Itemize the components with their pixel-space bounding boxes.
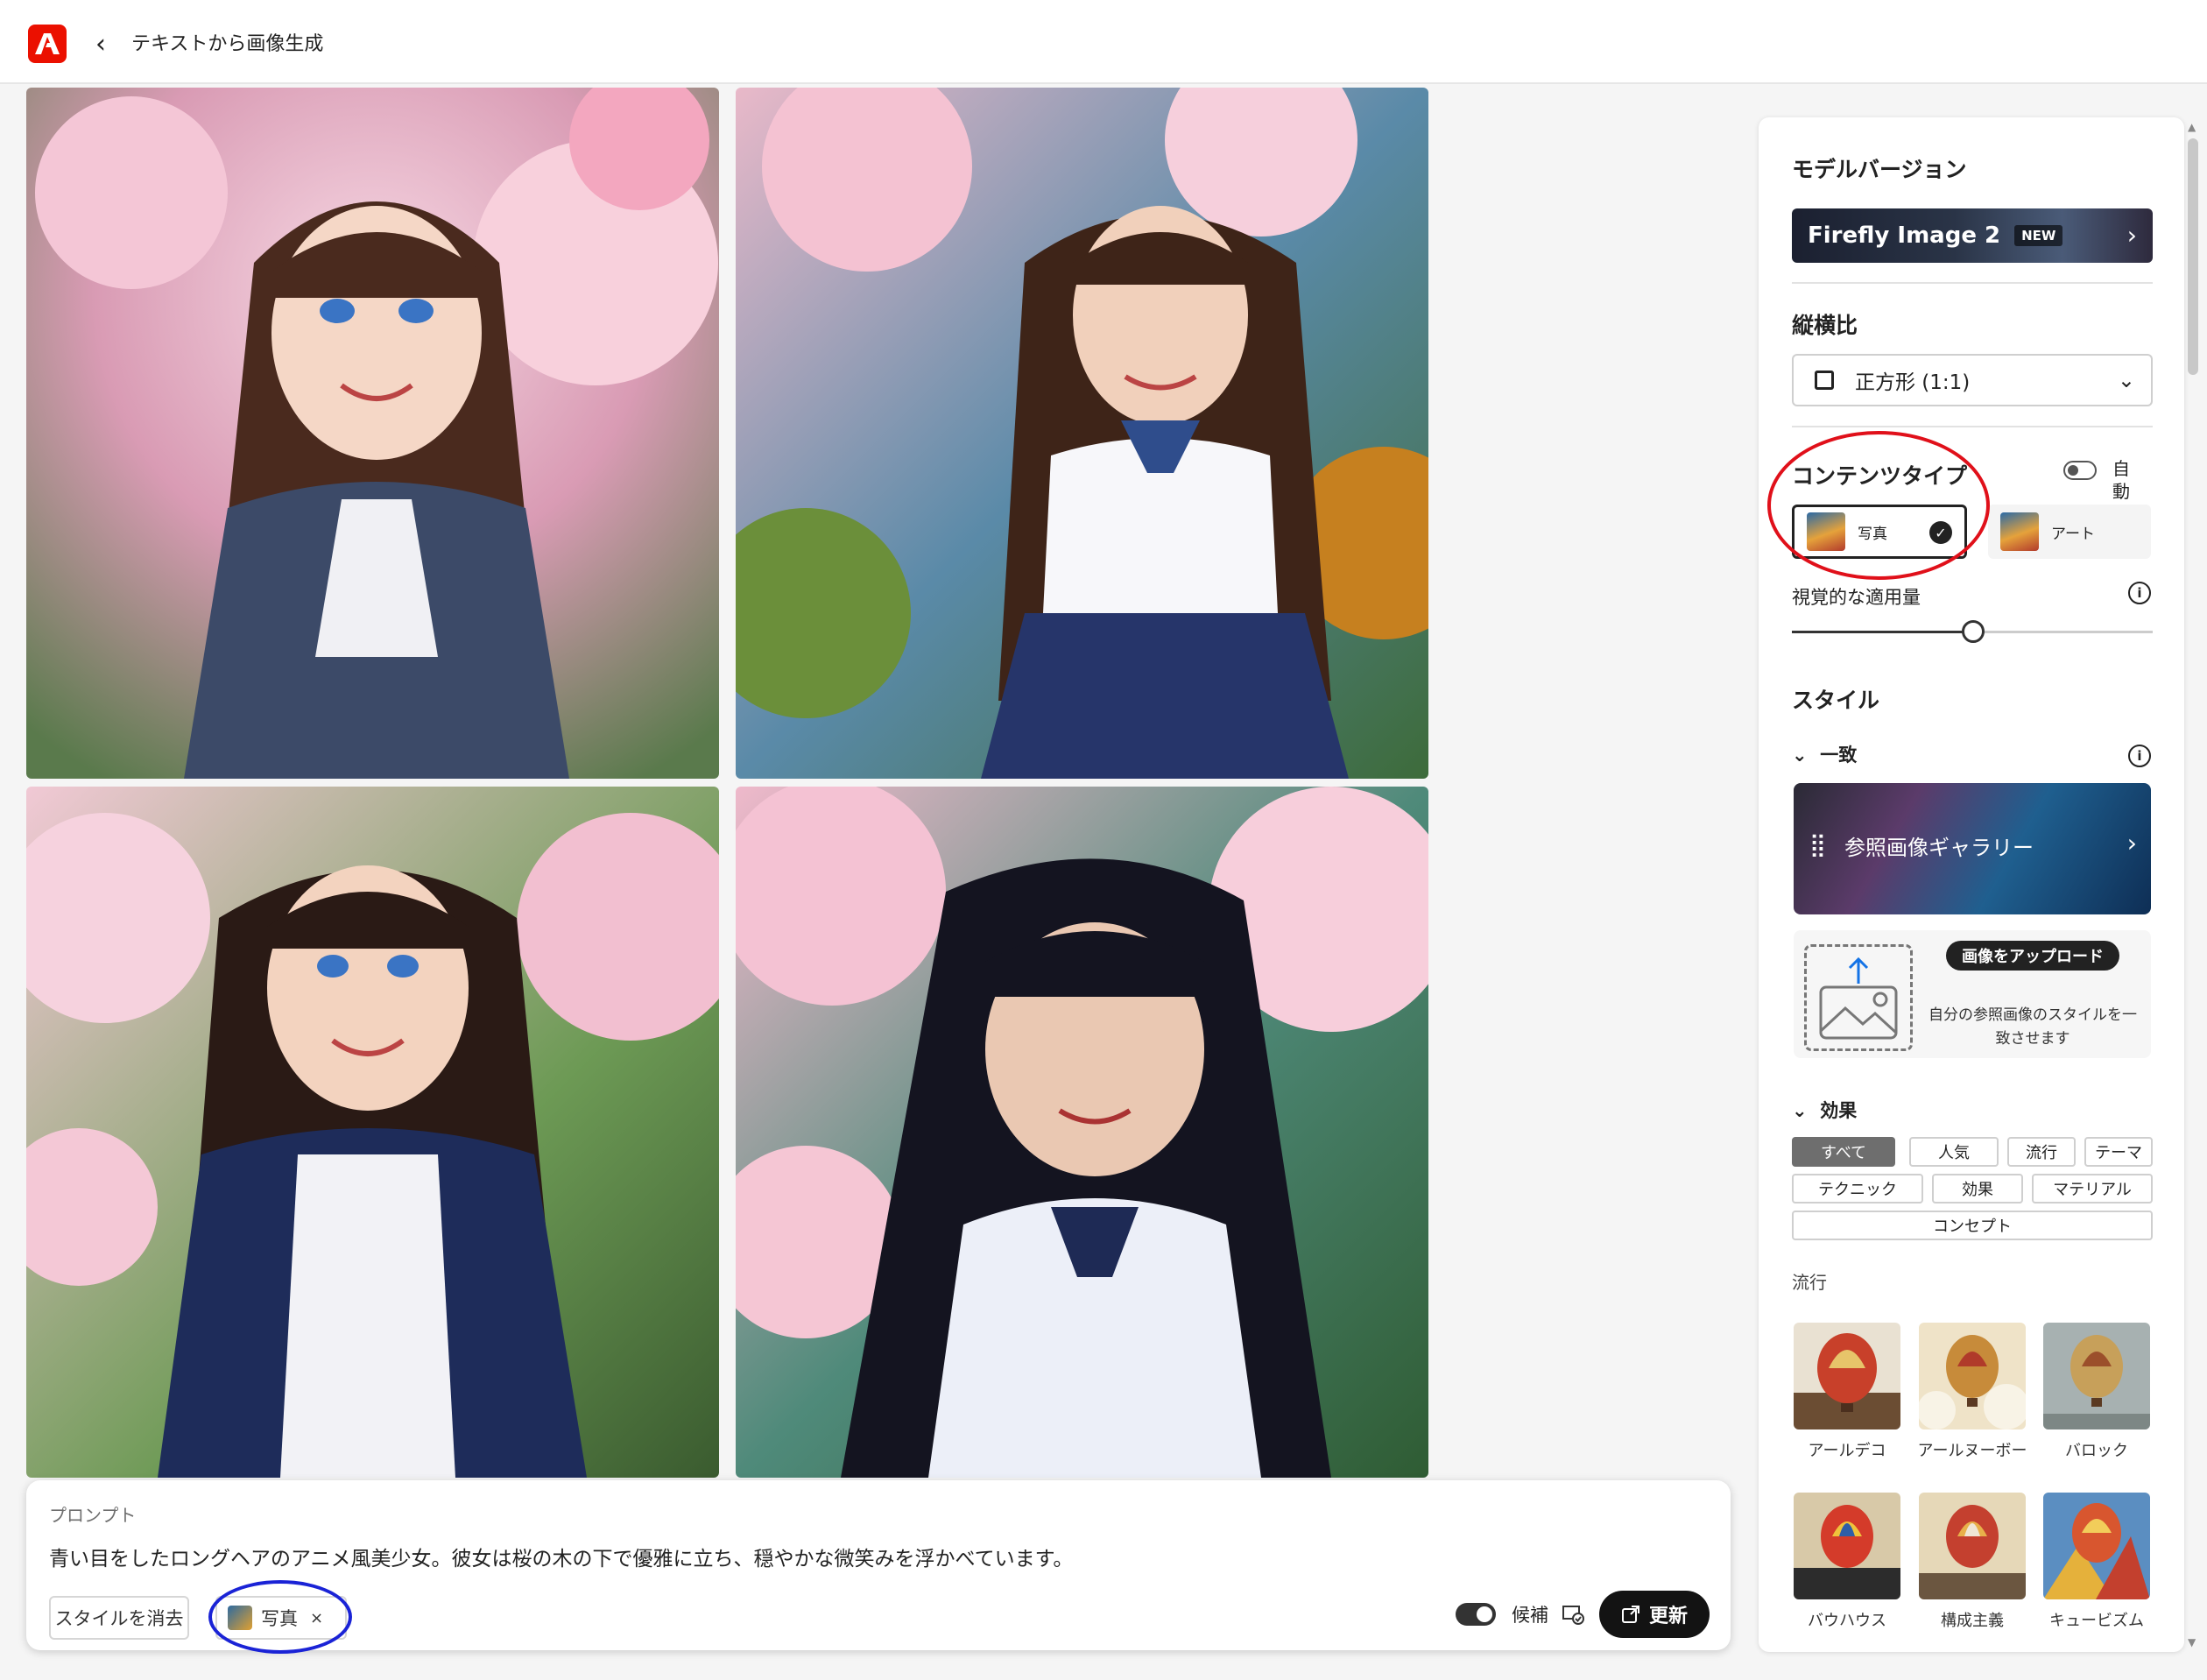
divider (1792, 426, 2153, 427)
chevron-down-icon: ⌄ (1792, 1100, 1808, 1121)
scroll-down-icon[interactable]: ▼ (2188, 1636, 2196, 1648)
filter-all[interactable]: すべて (1792, 1137, 1895, 1167)
candidates-toggle[interactable] (1456, 1603, 1496, 1626)
intensity-slider-fill (1792, 631, 1972, 633)
content-type-art-label: アート (2051, 525, 2095, 543)
style-card-art-deco[interactable] (1794, 1323, 1900, 1429)
blue-highlight-circle (208, 1580, 352, 1654)
reference-gallery-label: 参照画像ギャラリー (1844, 836, 2034, 860)
generated-image-4[interactable] (736, 787, 1428, 1478)
scrollbar-thumb[interactable] (2188, 138, 2198, 375)
chevron-right-icon: › (2126, 221, 2137, 250)
scroll-up-icon[interactable]: ▲ (2188, 121, 2196, 133)
style-caption: アールデコ (1808, 1442, 1886, 1460)
filter-material[interactable]: マテリアル (2032, 1174, 2153, 1204)
prompt-input[interactable]: 青い目をしたロングヘアのアニメ風美少女。彼女は桜の木の下で優雅に立ち、穏やかな微… (49, 1542, 1073, 1571)
back-arrow-icon[interactable]: ‹ (88, 28, 114, 60)
model-version-button[interactable]: Firefly Image 2 NEW › (1792, 208, 2153, 263)
generated-image-1[interactable] (26, 88, 719, 779)
candidates-info-icon[interactable] (1561, 1601, 1585, 1626)
filter-popular[interactable]: 人気 (1909, 1137, 1999, 1167)
generated-image-2[interactable] (736, 88, 1428, 779)
intensity-slider-handle[interactable] (1962, 620, 1985, 643)
update-button[interactable]: 更新 (1599, 1591, 1710, 1638)
chevron-down-icon: ⌄ (1792, 745, 1808, 766)
effects-section-toggle[interactable]: ⌄ 効果 (1792, 1097, 1857, 1123)
style-caption: 構成主義 (1941, 1612, 2004, 1630)
auto-toggle[interactable] (2063, 461, 2097, 480)
panel-scrollbar[interactable]: ▲ ▼ (2184, 121, 2202, 1648)
prompt-panel: プロンプト 青い目をしたロングヘアのアニメ風美少女。彼女は桜の木の下で優雅に立ち… (26, 1480, 1731, 1654)
red-highlight-circle (1767, 431, 1990, 580)
grid-icon: ⣿ (1809, 832, 1827, 858)
model-version-title: モデルバージョン (1792, 157, 1967, 182)
upload-description: 自分の参照画像のスタイルを一致させます (1928, 1006, 2137, 1048)
filter-technique[interactable]: テクニック (1792, 1174, 1923, 1204)
style-title: スタイル (1792, 688, 1880, 713)
style-card-baroque[interactable] (2043, 1323, 2150, 1429)
info-icon[interactable]: i (2128, 582, 2151, 604)
filter-theme[interactable]: テーマ (2084, 1137, 2153, 1167)
intensity-label: 視覚的な適用量 (1792, 587, 1921, 608)
prompt-label: プロンプト (49, 1505, 137, 1526)
settings-panel: モデルバージョン Firefly Image 2 NEW › 縦横比 正方形 (… (1759, 117, 2184, 1652)
chevron-right-icon: › (2126, 829, 2137, 858)
filter-effects[interactable]: 効果 (1932, 1174, 2023, 1204)
filter-trending[interactable]: 流行 (2007, 1137, 2076, 1167)
upload-reference-area[interactable]: 画像をアップロード 自分の参照画像のスタイルを一致させます (1794, 930, 2151, 1058)
refresh-icon (1621, 1606, 1639, 1623)
clear-style-button[interactable]: スタイルを消去 (49, 1596, 189, 1640)
filter-concept[interactable]: コンセプト (1792, 1211, 2153, 1240)
adobe-logo-icon[interactable] (28, 25, 67, 63)
aspect-ratio-select[interactable]: 正方形 (1:1) ⌄ (1792, 354, 2153, 406)
style-caption: キュービズム (2049, 1612, 2144, 1630)
square-icon (1815, 371, 1834, 390)
match-section-toggle[interactable]: ⌄ 一致 (1792, 741, 1857, 767)
chevron-down-icon: ⌄ (2117, 368, 2135, 392)
style-card-bauhaus[interactable] (1794, 1493, 1900, 1599)
style-card-cubism[interactable] (2043, 1493, 2150, 1599)
aspect-ratio-value: 正方形 (1:1) (1855, 371, 1971, 394)
trending-label: 流行 (1792, 1272, 1827, 1293)
upload-image-button[interactable]: 画像をアップロード (1946, 941, 2119, 971)
candidates-label: 候補 (1512, 1605, 1548, 1626)
style-caption: アールヌーボー (1917, 1442, 2027, 1460)
update-label: 更新 (1648, 1606, 1688, 1627)
page-title: テキストから画像生成 (131, 33, 324, 55)
style-card-art-nouveau[interactable] (1919, 1323, 2026, 1429)
info-icon[interactable]: i (2128, 745, 2151, 767)
reference-gallery-button[interactable]: ⣿ 参照画像ギャラリー › (1794, 783, 2151, 914)
upload-image-icon (1804, 944, 1913, 1051)
auto-label: 自動 (2112, 458, 2130, 502)
new-badge: NEW (2014, 225, 2063, 246)
model-name: Firefly Image 2 (1808, 222, 2001, 249)
style-caption: バロック (2065, 1442, 2128, 1460)
match-title: 一致 (1820, 745, 1858, 766)
style-caption: バウハウス (1808, 1612, 1886, 1630)
balloon-art-icon (2000, 512, 2039, 551)
generated-image-3[interactable] (26, 787, 719, 1478)
style-card-constructivism[interactable] (1919, 1493, 2026, 1599)
generated-images-grid (26, 88, 1429, 1480)
content-type-art[interactable]: アート (1988, 505, 2151, 559)
effects-title: 効果 (1820, 1100, 1858, 1121)
top-bar: ‹ テキストから画像生成 (0, 0, 2207, 84)
divider (1792, 282, 2153, 284)
aspect-ratio-title: 縦横比 (1792, 313, 1858, 338)
